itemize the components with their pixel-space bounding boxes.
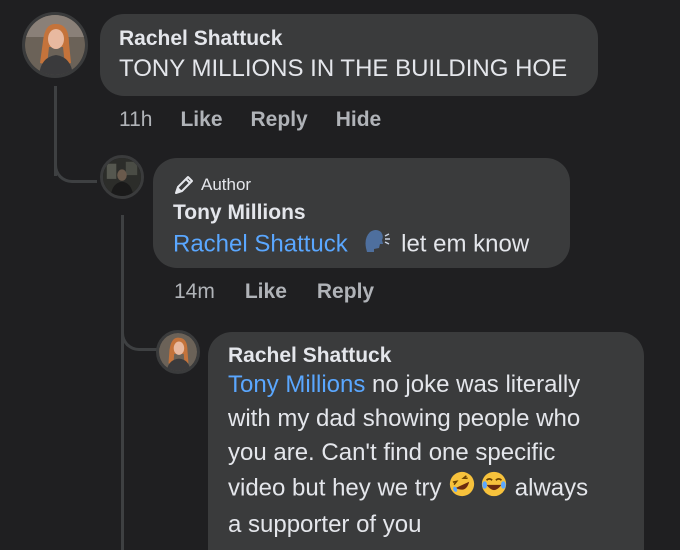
mention-link[interactable]: Tony Millions: [228, 371, 365, 398]
comment-text-body: let em know: [401, 230, 530, 258]
avatar-tony[interactable]: [100, 155, 144, 199]
comment-text-line: Tony Millions no joke was literally: [228, 368, 644, 402]
mention-link[interactable]: Rachel Shattuck: [173, 230, 348, 257]
comment-timestamp[interactable]: 14m: [174, 280, 215, 304]
author-badge-label: Author: [201, 175, 252, 194]
comment-text-segment: video but hey we try: [228, 474, 449, 502]
comment-actions-1: 11h Like Reply Hide: [119, 108, 381, 132]
comment-text-segment: no joke was literally: [365, 371, 581, 398]
comment-text-line: a supporter of you: [228, 511, 422, 538]
comment-text-segment: always: [508, 474, 589, 502]
comment-author-name[interactable]: Rachel Shattuck: [119, 27, 598, 51]
comment-bubble-2[interactable]: Author Tony Millions Rachel Shattuck let…: [153, 158, 570, 268]
comment-text: TONY MILLIONS IN THE BUILDING HOE: [119, 55, 568, 82]
thread-line-reply: [121, 215, 124, 550]
reply-button[interactable]: Reply: [251, 108, 308, 132]
avatar-rachel[interactable]: [156, 330, 200, 374]
comment-bubble-3[interactable]: Rachel Shattuck Tony Millions no joke wa…: [208, 332, 644, 550]
comment-actions-2: 14m Like Reply: [174, 280, 374, 304]
speaking-head-emoji-icon: [362, 226, 391, 264]
pencil-icon: [173, 174, 195, 196]
avatar-rachel-image: [25, 15, 85, 75]
like-button[interactable]: Like: [180, 108, 222, 132]
comment-author-name[interactable]: Rachel Shattuck: [228, 344, 644, 368]
avatar-rachel-image: [159, 333, 197, 371]
comment-author-name[interactable]: Tony Millions: [173, 201, 570, 225]
tears-of-joy-emoji-icon: [480, 470, 508, 508]
comment-text: Tony Millions no joke was literally with…: [228, 368, 644, 542]
comment-text-line: you are. Can't find one specific: [228, 439, 556, 466]
like-button[interactable]: Like: [245, 280, 287, 304]
comment-text-line: with my dad showing people who: [228, 405, 581, 432]
reply-button[interactable]: Reply: [317, 280, 374, 304]
author-badge: Author: [173, 174, 570, 196]
thread-line-main-curve: [54, 150, 97, 183]
comment-text-line: video but hey we try always: [228, 470, 644, 508]
avatar-rachel[interactable]: [22, 12, 88, 78]
comment-text: Rachel Shattuck let em know: [173, 226, 570, 264]
comment-timestamp[interactable]: 11h: [119, 108, 152, 132]
hide-button[interactable]: Hide: [336, 108, 382, 132]
rolling-laughing-emoji-icon: [448, 470, 476, 508]
avatar-tony-image: [103, 158, 141, 196]
comment-bubble-1[interactable]: Rachel Shattuck TONY MILLIONS IN THE BUI…: [100, 14, 598, 96]
